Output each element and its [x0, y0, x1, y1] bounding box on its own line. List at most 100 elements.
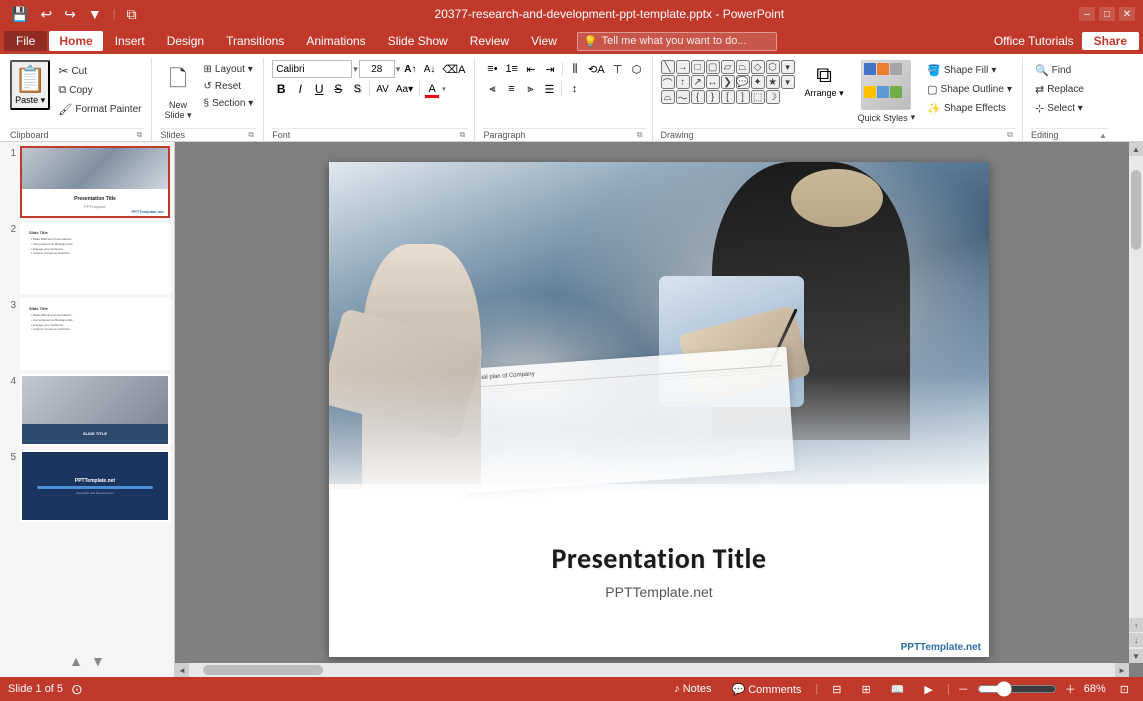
quick-styles-button[interactable]: Quick Styles ▾ [854, 110, 920, 125]
increase-indent-button[interactable]: ⇥ [541, 60, 559, 78]
shape-star5[interactable]: ★ [766, 75, 780, 89]
hscroll-left-button[interactable]: ◄ [175, 663, 189, 677]
slides-scroll-up[interactable]: ▲ [69, 653, 83, 669]
slide-thumb-3[interactable]: 3 Slide Title • Make Effective Presentat… [4, 298, 170, 370]
shape-trapezoid[interactable]: ⏢ [736, 60, 750, 74]
slide-title[interactable]: Presentation Title [551, 541, 766, 576]
font-name-dropdown[interactable]: ▾ [353, 64, 358, 75]
shape-curve[interactable]: ⌒ [661, 75, 675, 89]
menu-item-design[interactable]: Design [157, 31, 214, 51]
shape-bracket-right[interactable]: ] [736, 90, 750, 104]
shape-brace-left[interactable]: { [691, 90, 705, 104]
menu-item-home[interactable]: Home [49, 31, 102, 51]
drawing-expand[interactable]: ⧉ [1004, 129, 1016, 141]
shape-effects-button[interactable]: ✨ Shape Effects [923, 100, 1016, 117]
tell-me-input[interactable]: 💡 Tell me what you want to do... [577, 32, 777, 51]
align-text-button[interactable]: ⊤ [609, 60, 627, 78]
vscroll-thumb[interactable] [1131, 170, 1141, 250]
columns-button[interactable]: ⫼ [566, 60, 584, 78]
arrange-button[interactable]: ⧉ Arrange ▾ [799, 60, 850, 101]
underline-button[interactable]: U [310, 80, 328, 98]
shape-arrow-diag[interactable]: ↗ [691, 75, 705, 89]
font-size-dropdown[interactable]: ▾ [396, 64, 401, 75]
layout-button[interactable]: ⊞ Layout ▾ [200, 62, 258, 77]
canvas-area[interactable]: Financial plan of Company Presentation T… [175, 142, 1143, 677]
decrease-font-size-button[interactable]: A↓ [421, 60, 439, 78]
editing-expand[interactable]: ▲ [1097, 129, 1109, 141]
shape-arrow-right[interactable]: → [676, 60, 690, 74]
text-direction-button[interactable]: ⟲A [585, 60, 608, 78]
menu-item-transitions[interactable]: Transitions [216, 31, 294, 51]
menu-item-view[interactable]: View [521, 31, 567, 51]
bold-button[interactable]: B [272, 80, 290, 98]
shape-bracket-left[interactable]: [ [721, 90, 735, 104]
menu-item-review[interactable]: Review [460, 31, 519, 51]
zoom-in-icon[interactable]: ＋ [1065, 681, 1076, 697]
menu-item-file[interactable]: File [4, 31, 47, 51]
menu-item-slideshow[interactable]: Slide Show [378, 31, 458, 51]
justify-button[interactable]: ☰ [540, 80, 558, 98]
share-button[interactable]: Share [1082, 32, 1139, 50]
shape-freeform[interactable]: 〜 [676, 90, 690, 104]
slide-image-2[interactable]: Slide Title • Make Effective Presentatio… [20, 222, 170, 294]
comments-button[interactable]: 💬 Comments [725, 681, 807, 698]
slide-content-area[interactable]: Presentation Title PPTTemplate.net [329, 484, 989, 657]
shape-parallelogram[interactable]: ▱ [721, 60, 735, 74]
shape-rect[interactable]: □ [691, 60, 705, 74]
shape-fill-button[interactable]: 🪣 Shape Fill ▾ [923, 62, 1016, 79]
slide-canvas[interactable]: Financial plan of Company Presentation T… [329, 162, 989, 657]
change-case-button[interactable]: Aa▾ [393, 80, 416, 98]
clipboard-expand[interactable]: ⧉ [133, 129, 145, 141]
slide-thumb-2[interactable]: 2 Slide Title • Make Effective Presentat… [4, 222, 170, 294]
close-button[interactable]: ✕ [1119, 7, 1135, 21]
shape-outline-button[interactable]: ▢ Shape Outline ▾ [923, 81, 1016, 98]
scroll-down-button[interactable]: ▼ [1129, 649, 1143, 663]
paragraph-expand[interactable]: ⧉ [634, 129, 646, 141]
reset-button[interactable]: ↺ Reset [200, 79, 258, 94]
hscroll-right-button[interactable]: ► [1115, 663, 1129, 677]
shape-hexagon[interactable]: ⬡ [766, 60, 780, 74]
menu-item-animations[interactable]: Animations [296, 31, 375, 51]
zoom-out-icon[interactable]: － [958, 681, 969, 697]
slide-image-4[interactable]: SLIDE TITLE [20, 374, 170, 446]
customize-quick-access-button[interactable]: ▼ [85, 5, 105, 23]
shape-moon[interactable]: ☽ [766, 90, 780, 104]
shape-rounded-rect[interactable]: ▢ [706, 60, 720, 74]
reading-view-button[interactable]: 📖 [885, 681, 911, 698]
normal-view-button[interactable]: ⊟ [826, 681, 847, 698]
restore-window-button[interactable]: □ [1099, 7, 1115, 21]
save-button[interactable]: 💾 [8, 5, 31, 24]
increase-font-size-button[interactable]: A↑ [401, 60, 419, 78]
scroll-up-button[interactable]: ▲ [1129, 142, 1143, 156]
scroll-down-arrow1[interactable]: ↑ [1129, 618, 1143, 632]
numbering-button[interactable]: 1≡ [502, 60, 521, 78]
cut-button[interactable]: ✂ Cut [54, 62, 145, 80]
line-spacing-button[interactable]: ↕ [565, 80, 583, 98]
font-size-input[interactable] [359, 60, 395, 78]
shape-arrow-up[interactable]: ↑ [676, 75, 690, 89]
slide-image-1[interactable]: Presentation Title PPTemplate PPTTemplat… [20, 146, 170, 218]
italic-button[interactable]: I [291, 80, 309, 98]
shape-brace-right[interactable]: } [706, 90, 720, 104]
shape-frame[interactable]: ⬚ [751, 90, 765, 104]
copy-button[interactable]: ⧉ Copy [54, 82, 145, 99]
font-expand[interactable]: ⧉ [456, 129, 468, 141]
notes-button[interactable]: ♪ Notes [668, 681, 717, 697]
shape-more1[interactable]: ▼ [781, 60, 795, 74]
slide-thumb-4[interactable]: 4 SLIDE TITLE [4, 374, 170, 446]
redo-button[interactable]: ↪ [61, 5, 79, 24]
shape-line[interactable]: ╲ [661, 60, 675, 74]
zoom-slider[interactable] [977, 681, 1057, 697]
slide-image-5[interactable]: PPTTemplate.net Research and Development [20, 450, 170, 522]
smartart-button[interactable]: ⬡ [628, 60, 646, 78]
select-button[interactable]: ⊹ Select ▾ [1031, 100, 1088, 117]
find-button[interactable]: 🔍 Find [1031, 62, 1088, 79]
shape-arrow-left-right[interactable]: ↔ [706, 75, 720, 89]
menu-item-insert[interactable]: Insert [105, 31, 155, 51]
slides-scroll-down[interactable]: ▼ [91, 653, 105, 669]
hscroll-thumb[interactable] [203, 665, 323, 675]
align-left-button[interactable]: ⫷ [483, 80, 501, 98]
scroll-down-arrow2[interactable]: ↓ [1129, 633, 1143, 647]
section-button[interactable]: § Section ▾ [200, 96, 258, 111]
slide-subtitle[interactable]: PPTTemplate.net [605, 584, 712, 600]
